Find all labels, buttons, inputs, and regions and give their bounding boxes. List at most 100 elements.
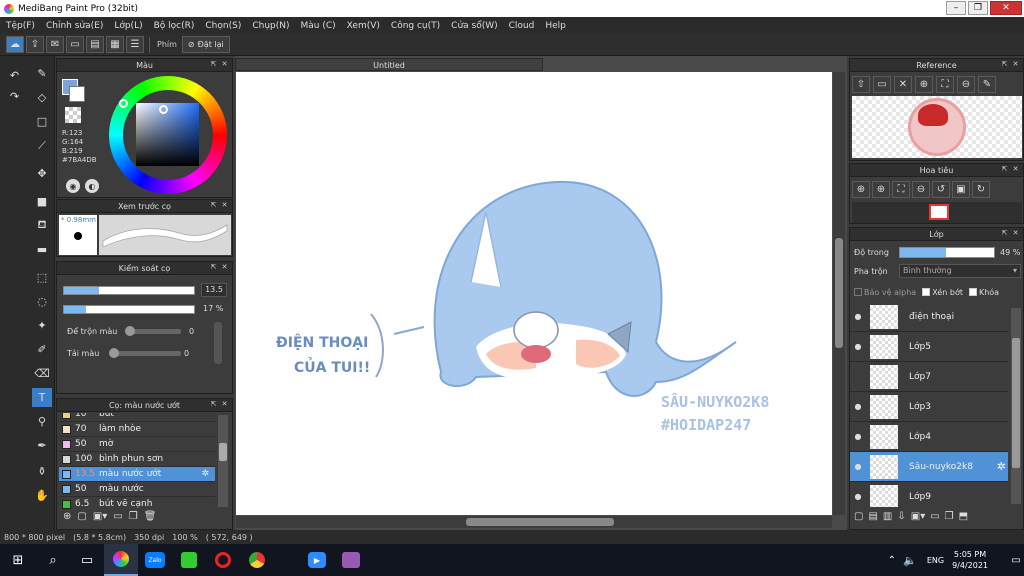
fit-icon[interactable]: ⛶ xyxy=(936,76,954,93)
zoom-in-alt-icon[interactable]: ⊕ xyxy=(872,181,890,198)
layer-scroll-thumb[interactable] xyxy=(1012,338,1020,468)
eraser-tool-icon[interactable]: ◇ xyxy=(32,88,52,107)
new-layer-icon[interactable]: ▢ xyxy=(854,511,863,527)
fit-screen-icon[interactable]: ⛶ xyxy=(892,181,910,198)
graph-tool-icon[interactable]: ⟋ xyxy=(32,136,52,155)
blend-slider-thumb[interactable] xyxy=(125,326,135,336)
select-pen-tool-icon[interactable]: ✐ xyxy=(32,340,52,359)
language-indicator[interactable]: ENG xyxy=(927,556,944,565)
eye-icon[interactable]: ● xyxy=(850,492,866,501)
color-picker-icon[interactable]: ◐ xyxy=(85,179,99,193)
magic-wand-tool-icon[interactable]: ✦ xyxy=(32,316,52,335)
brush-list-scrollbar[interactable] xyxy=(218,415,228,507)
select-eraser-tool-icon[interactable]: ⌫ xyxy=(32,364,52,383)
duplicate-icon[interactable]: ❐ xyxy=(129,511,138,527)
vertical-scroll-thumb[interactable] xyxy=(835,238,843,348)
brush-list-item[interactable]: 10 bút xyxy=(59,413,215,422)
redo-icon[interactable]: ↷ xyxy=(5,87,24,106)
secondary-color-swatch[interactable] xyxy=(69,86,85,102)
list-icon[interactable]: ☰ xyxy=(126,36,144,53)
search-icon[interactable]: ⌕ xyxy=(36,544,70,576)
brush-list-item[interactable]: 50 màu nước xyxy=(59,482,215,497)
folder-icon[interactable]: ▭ xyxy=(930,511,939,527)
chevron-up-icon[interactable]: ⌃ xyxy=(883,544,901,576)
add-brush-icon[interactable]: ⊕ xyxy=(63,511,71,527)
maximize-button[interactable]: ❐ xyxy=(968,1,988,15)
saturation-value-square[interactable] xyxy=(136,103,199,166)
eye-icon[interactable]: ● xyxy=(850,312,866,321)
canvas-tab[interactable]: Untitled xyxy=(235,58,543,71)
undock-icon[interactable]: ⇱ xyxy=(1000,229,1009,238)
layer-menu-icon[interactable]: ▣▾ xyxy=(911,511,925,527)
medibang-taskbar-icon[interactable] xyxy=(104,544,138,576)
gear-icon[interactable]: ✲ xyxy=(201,469,209,479)
brush-opacity-slider[interactable] xyxy=(63,305,195,314)
brush-list-item[interactable]: 70 làm nhòe xyxy=(59,422,215,437)
layer-row[interactable]: ● Sâu-nuyko2k8 ✲ xyxy=(850,452,1008,482)
rotate-right-icon[interactable]: ↻ xyxy=(972,181,990,198)
document-icon[interactable]: ▤ xyxy=(86,36,104,53)
layer-row[interactable]: ● Lớp3 xyxy=(850,392,1008,422)
undock-icon[interactable]: ⇱ xyxy=(209,263,218,272)
eye-icon[interactable]: ● xyxy=(850,462,866,471)
brush-tool-icon[interactable]: ✎ xyxy=(32,64,52,83)
menu-help[interactable]: Help xyxy=(545,21,566,31)
palette-icon[interactable]: ◉ xyxy=(66,179,80,193)
duplicate-layer-icon[interactable]: ❐ xyxy=(945,511,954,527)
zoom-in-icon[interactable]: ⊕ xyxy=(915,76,933,93)
close-panel-icon[interactable]: ✕ xyxy=(220,263,229,272)
zoom-in-icon[interactable]: ⊕ xyxy=(852,181,870,198)
new-8bit-layer-icon[interactable]: ▥ xyxy=(883,511,892,527)
text-tool-icon[interactable]: T xyxy=(32,388,52,407)
task-view-icon[interactable]: ▭ xyxy=(70,544,104,576)
bucket-tool-icon[interactable]: ⛾ xyxy=(32,216,52,235)
paint-load-slider[interactable] xyxy=(109,348,181,358)
eye-icon[interactable]: ● xyxy=(850,402,866,411)
undock-icon[interactable]: ⇱ xyxy=(209,400,218,409)
reset-button[interactable]: ⊘ Đặt lại xyxy=(181,36,230,53)
menu-tools[interactable]: Công cụ(T) xyxy=(391,21,440,31)
new-brush-icon[interactable]: ▢ xyxy=(77,511,86,527)
rotate-left-icon[interactable]: ↺ xyxy=(932,181,950,198)
brush-list-item[interactable]: 100 bình phun sơn xyxy=(59,452,215,467)
eyedropper-icon[interactable]: ✎ xyxy=(978,76,996,93)
folder-icon[interactable]: ▭ xyxy=(113,511,122,527)
gear-icon[interactable]: ✲ xyxy=(997,460,1006,473)
undo-icon[interactable]: ↶ xyxy=(5,66,24,85)
close-panel-icon[interactable]: ✕ xyxy=(220,400,229,409)
brush-list-scroll-thumb[interactable] xyxy=(219,443,227,461)
brush-size-value[interactable]: 13.5 xyxy=(201,283,227,297)
fill-shape-tool-icon[interactable]: ■ xyxy=(32,192,52,211)
brush-menu-icon[interactable]: ▣▾ xyxy=(93,511,107,527)
close-reference-icon[interactable]: ✕ xyxy=(894,76,912,93)
eye-icon[interactable]: ● xyxy=(850,342,866,351)
undock-icon[interactable]: ⇱ xyxy=(209,201,218,210)
lock-checkbox[interactable]: Khóa xyxy=(968,288,999,297)
gradient-tool-icon[interactable]: ▬ xyxy=(32,240,52,259)
menu-file[interactable]: Tệp(F) xyxy=(6,21,35,31)
dot-tool-icon[interactable]: □ xyxy=(32,112,52,131)
zoom-taskbar-icon[interactable]: ▶ xyxy=(300,544,334,576)
notification-icon[interactable]: ▭ xyxy=(1008,544,1024,576)
brush-list-item[interactable]: 13.5 màu nước ướt ✲ xyxy=(59,467,215,482)
transparent-swatch[interactable] xyxy=(65,107,81,123)
close-panel-icon[interactable]: ✕ xyxy=(220,201,229,210)
reference-image[interactable] xyxy=(852,96,1022,158)
paint-load-slider-thumb[interactable] xyxy=(109,348,119,358)
clipping-checkbox[interactable]: Xén bớt xyxy=(922,288,963,297)
brush-list-item[interactable]: 50 mờ xyxy=(59,437,215,452)
close-panel-icon[interactable]: ✕ xyxy=(1011,229,1020,238)
brush-list-item[interactable]: 6.5 bút vẽ cạnh xyxy=(59,497,215,509)
hue-marker[interactable] xyxy=(119,99,128,108)
undock-icon[interactable]: ⇱ xyxy=(1000,60,1009,69)
menu-select[interactable]: Chọn(S) xyxy=(205,21,241,31)
blend-mode-select[interactable]: Bình thường ▾ xyxy=(899,264,1021,278)
navigator-preview[interactable] xyxy=(852,202,1022,223)
eye-icon[interactable]: ● xyxy=(850,432,866,441)
new-halftone-layer-icon[interactable]: ▤ xyxy=(868,511,877,527)
menu-color[interactable]: Màu (C) xyxy=(301,21,336,31)
upload-icon[interactable]: ⇧ xyxy=(852,76,870,93)
color-marker[interactable] xyxy=(159,105,168,114)
hand-tool-icon[interactable]: ✋ xyxy=(32,486,52,505)
import-icon[interactable]: ⇩ xyxy=(897,511,905,527)
